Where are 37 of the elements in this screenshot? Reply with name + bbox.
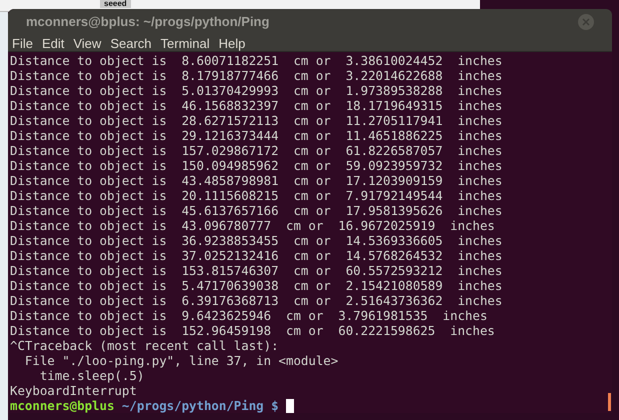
scrollbar-thumb[interactable]	[608, 393, 611, 411]
output-line: Distance to object is 152.96459198 cm or 60.2221598625 inches	[10, 323, 495, 338]
output-line: Distance to object is 43.4858798981 cm or 17.1203909159 inches	[10, 173, 502, 188]
menu-item[interactable]: Terminal	[160, 36, 210, 50]
output-line: Distance to object is 8.60071182251 cm or 3.38610024452 inches	[10, 53, 502, 68]
menu-item[interactable]: File	[12, 36, 33, 50]
output-line: Distance to object is 5.01370429993 cm or 1.97389538288 inches	[10, 83, 502, 98]
menu-item[interactable]: Search	[110, 36, 152, 50]
output-line: Distance to object is 37.0252132416 cm or 14.5768264532 inches	[10, 248, 502, 263]
output-line: Distance to object is 46.1568832397 cm or 18.1719649315 inches	[10, 98, 502, 113]
folder-label: seeed	[100, 0, 131, 8]
output-line: File "./loo-ping.py", line 37, in <module>	[24, 353, 338, 368]
output-line: Distance to object is 20.1115608215 cm or 7.91792149544 inches	[10, 188, 502, 203]
output-line: Distance to object is 6.39176368713 cm or 2.51643736362 inches	[10, 293, 502, 308]
menu-item[interactable]: View	[73, 36, 102, 50]
close-button[interactable]	[578, 14, 594, 30]
prompt-user-host: mconners@bplus	[10, 398, 114, 413]
output-line: Distance to object is 8.17918777466 cm or 3.22014622688 inches	[10, 68, 502, 83]
output-line: Distance to object is 153.815746307 cm or 60.5572593212 inches	[10, 263, 502, 278]
menu-item[interactable]: Edit	[42, 36, 64, 50]
output-line: Distance to object is 9.6423625946 cm or 3.7961981535 inches	[10, 308, 488, 323]
output-line: Distance to object is 157.029867172 cm or 61.8226587057 inches	[10, 143, 502, 158]
output-line: Distance to object is 150.094985962 cm or 59.0923959732 inches	[10, 158, 502, 173]
output-line: ^CTraceback (most recent call last):	[10, 338, 279, 353]
output-line: Distance to object is 5.47170639038 cm or 2.15421080589 inches	[10, 278, 502, 293]
output-line: Distance to object is 29.1216373444 cm or 11.4651886225 inches	[10, 128, 502, 143]
window-title: mconners@bplus: ~/progs/python/Ping	[26, 13, 270, 32]
output-line: Distance to object is 45.6137657166 cm or 17.9581395626 inches	[10, 203, 502, 218]
close-icon	[582, 18, 590, 26]
prompt-path: ~/progs/python/Ping $	[122, 398, 279, 413]
output-line: Distance to object is 36.9238853455 cm or 14.5369336605 inches	[10, 233, 502, 248]
output-line: Distance to object is 28.6271572113 cm or 11.2705117941 inches	[10, 113, 502, 128]
output-line: time.sleep(.5)	[38, 368, 144, 383]
text-cursor	[286, 398, 294, 412]
menu-item[interactable]: Help	[218, 36, 246, 50]
output-line: Distance to object is 43.096780777 cm or 16.9672025919 inches	[10, 218, 495, 233]
output-line: KeyboardInterrupt	[10, 383, 137, 398]
